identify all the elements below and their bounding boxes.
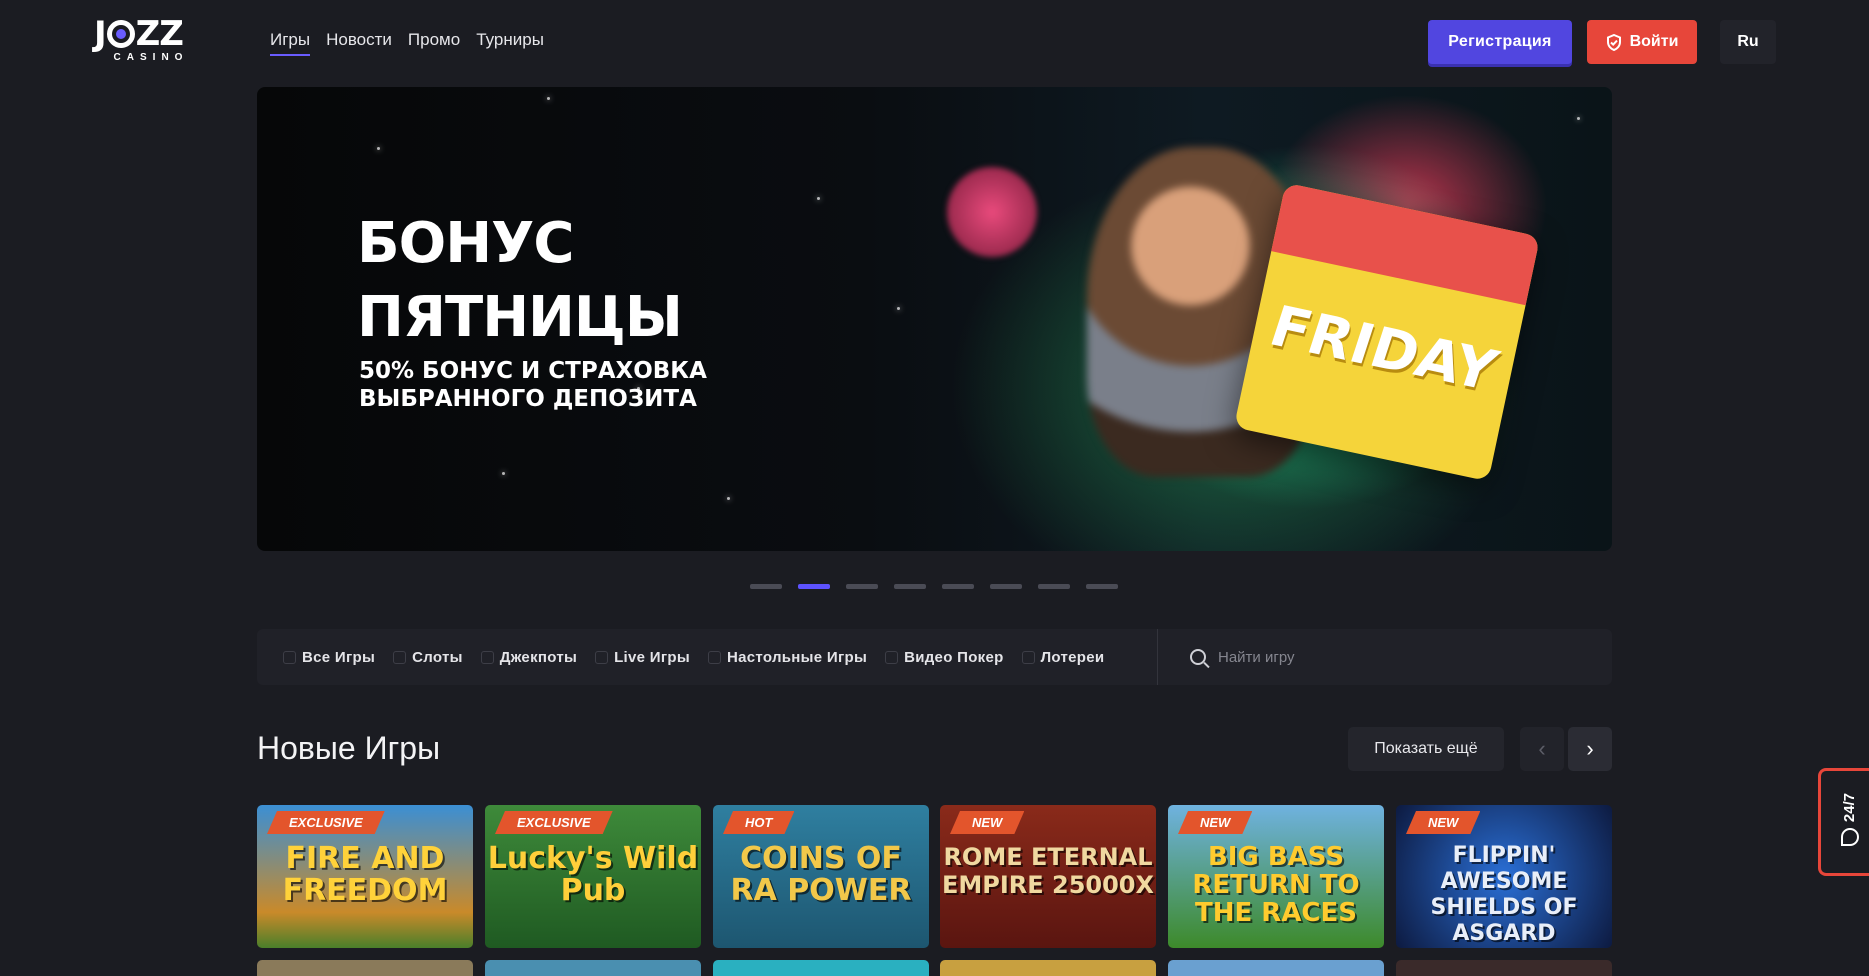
game-title: BIG BASS RETURN TO THE RACES xyxy=(1192,842,1360,928)
chevron-left-icon: ‹ xyxy=(1538,736,1546,761)
game-tile[interactable]: EXCLUSIVE FIRE AND FREEDOM xyxy=(257,805,473,948)
main-nav: Игры Новости Промо Турниры xyxy=(270,30,544,56)
next-arrow-button[interactable]: › xyxy=(1568,727,1612,771)
banner-title: БОНУС ПЯТНИЦЫ xyxy=(357,211,683,350)
search-input[interactable]: Найти игру xyxy=(1218,649,1295,666)
jozz-casino-logo[interactable]: J ZZ CASINO xyxy=(94,16,194,66)
calendar-art: FRIDAY xyxy=(1233,182,1541,482)
slide-dot[interactable] xyxy=(846,584,878,589)
slide-dot[interactable] xyxy=(1086,584,1118,589)
game-title: FLIPPIN' AWESOME SHIELDS OF ASGARD xyxy=(1430,843,1578,946)
banner-subtitle: 50% БОНУС И СТРАХОВКА ВЫБРАННОГО ДЕПОЗИТ… xyxy=(359,358,707,412)
video-poker-icon xyxy=(885,650,899,664)
support-widget[interactable]: 24/7 xyxy=(1818,768,1869,876)
game-tile[interactable]: NEW ROME ETERNAL EMPIRE 25000X xyxy=(940,805,1156,948)
game-tile-partial[interactable] xyxy=(940,960,1156,976)
chat-icon xyxy=(1840,827,1859,846)
game-tile[interactable]: HOT COINS OF RA POWER xyxy=(713,805,929,948)
all-games-icon xyxy=(283,650,296,664)
nav-item-games[interactable]: Игры xyxy=(270,30,311,56)
slide-dot[interactable] xyxy=(750,584,782,589)
login-label: Войти xyxy=(1629,33,1679,50)
support-label: 24/7 xyxy=(1840,792,1858,822)
game-title: FIRE AND FREEDOM xyxy=(282,841,448,908)
game-title: COINS OF RA POWER xyxy=(730,841,912,908)
category-all-games[interactable]: Все Игры xyxy=(283,649,375,666)
game-title: Lucky's Wild Pub xyxy=(487,841,699,908)
category-bar: Все Игры Слоты Джекпоты Live Игры Настол… xyxy=(257,629,1612,685)
game-tile-partial[interactable] xyxy=(713,960,929,976)
game-badge: NEW xyxy=(950,811,1024,834)
table-games-icon xyxy=(707,650,721,664)
game-tile-partial[interactable] xyxy=(1168,960,1384,976)
cherry-art xyxy=(947,167,1037,257)
register-button[interactable]: Регистрация xyxy=(1428,20,1572,64)
game-tile[interactable]: EXCLUSIVE Lucky's Wild Pub xyxy=(485,805,701,948)
shield-icon xyxy=(1606,33,1621,51)
category-table-games[interactable]: Настольные Игры xyxy=(707,649,867,666)
game-tile[interactable]: NEW BIG BASS RETURN TO THE RACES xyxy=(1168,805,1384,948)
show-more-button[interactable]: Показать ещё xyxy=(1348,727,1504,771)
game-badge: EXCLUSIVE xyxy=(267,811,385,834)
slide-dot[interactable] xyxy=(1038,584,1070,589)
prev-arrow-button[interactable]: ‹ xyxy=(1520,727,1564,771)
chevron-right-icon: › xyxy=(1586,736,1594,761)
game-badge: HOT xyxy=(723,811,794,834)
game-tile-partial[interactable] xyxy=(257,960,473,976)
live-games-icon xyxy=(595,650,609,664)
slide-dot[interactable] xyxy=(894,584,926,589)
category-slots[interactable]: Слоты xyxy=(393,649,463,666)
logo-roulette-icon xyxy=(106,20,135,48)
game-badge: NEW xyxy=(1406,811,1480,834)
banner-pagination xyxy=(750,584,1118,589)
lottery-icon xyxy=(1021,650,1035,664)
login-button[interactable]: Войти xyxy=(1587,20,1697,64)
nav-item-news[interactable]: Новости xyxy=(326,30,392,56)
jackpot-icon xyxy=(480,650,494,664)
game-title: ROME ETERNAL EMPIRE 25000X xyxy=(941,843,1155,899)
slots-icon xyxy=(393,650,407,664)
category-lottery[interactable]: Лотереи xyxy=(1021,649,1105,666)
search-icon xyxy=(1190,649,1206,665)
game-search[interactable]: Найти игру xyxy=(1158,649,1295,666)
section-title: Новые Игры xyxy=(257,730,441,766)
category-video-poker[interactable]: Видео Покер xyxy=(885,649,1004,666)
game-tile-partial[interactable] xyxy=(1396,960,1612,976)
nav-item-promo[interactable]: Промо xyxy=(408,30,460,56)
logo-wordmark: J ZZ xyxy=(94,14,184,54)
slide-dot[interactable] xyxy=(942,584,974,589)
game-tile[interactable]: NEW FLIPPIN' AWESOME SHIELDS OF ASGARD xyxy=(1396,805,1612,948)
slide-dot-active[interactable] xyxy=(798,584,830,589)
category-jackpots[interactable]: Джекпоты xyxy=(480,649,577,666)
language-selector[interactable]: Ru xyxy=(1720,20,1776,64)
game-badge: NEW xyxy=(1178,811,1252,834)
game-badge: EXCLUSIVE xyxy=(495,811,613,834)
promo-banner[interactable]: FRIDAY БОНУС ПЯТНИЦЫ 50% БОНУС И СТРАХОВ… xyxy=(257,87,1612,551)
nav-item-tournaments[interactable]: Турниры xyxy=(476,30,544,56)
slide-dot[interactable] xyxy=(990,584,1022,589)
logo-sub: CASINO xyxy=(113,52,189,63)
game-tile-partial[interactable] xyxy=(485,960,701,976)
category-live-games[interactable]: Live Игры xyxy=(595,649,690,666)
